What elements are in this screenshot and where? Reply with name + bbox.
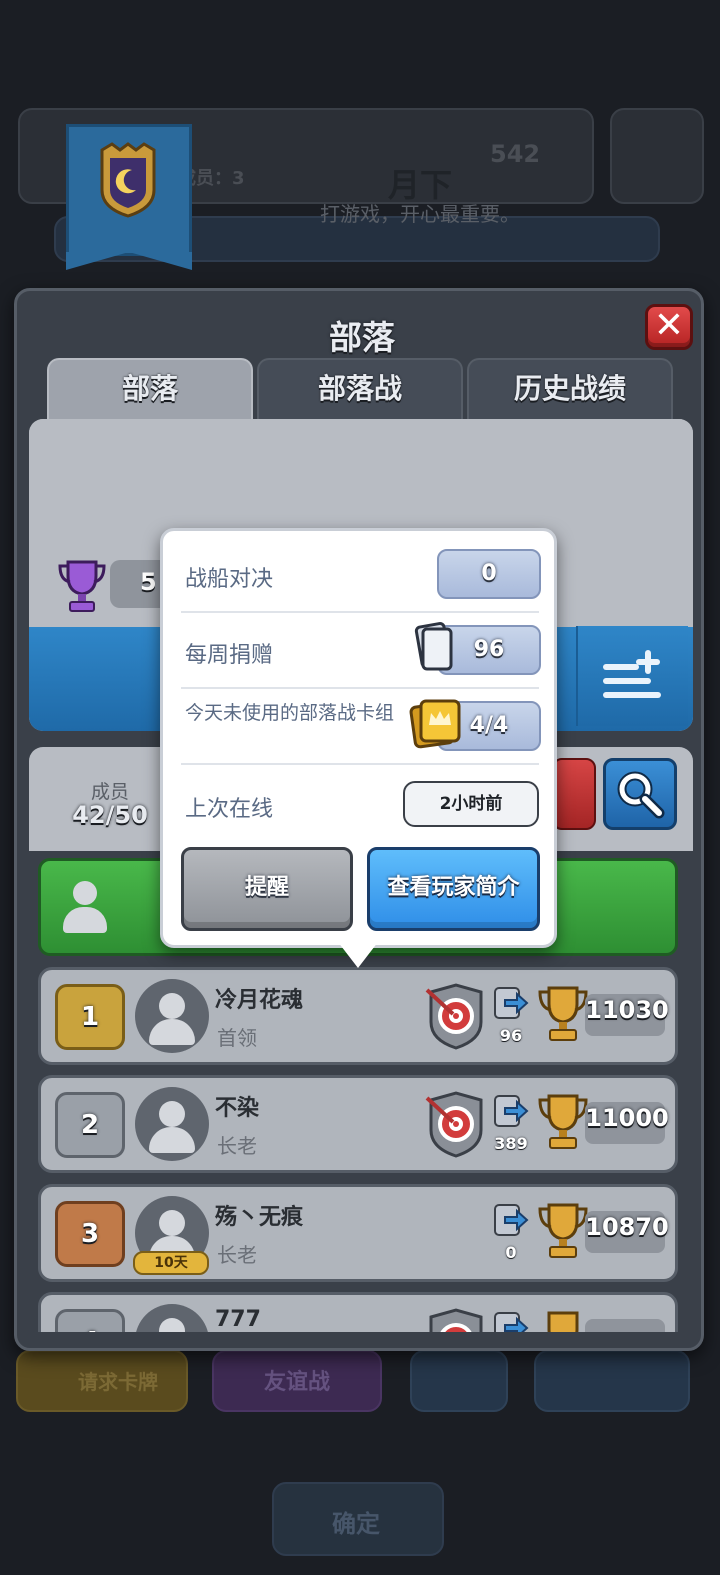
clan-banner-tail — [66, 252, 192, 270]
close-icon: ✕ — [653, 305, 685, 346]
tab-war-history-label: 历史战绩 — [513, 372, 626, 405]
donation-icon — [494, 1204, 529, 1236]
clan-trophy-icon — [58, 560, 106, 612]
member-popup: 战船对决 0 每周捐赠 96 今天未使用的部落战卡组 4/4 上次在线 2小时前… — [160, 528, 557, 948]
war-shield-icon — [425, 1091, 483, 1158]
rank-badge: 4 — [55, 1309, 125, 1332]
divider — [181, 687, 539, 689]
member-name: 777 — [215, 1307, 261, 1332]
stat-label-boat-battle: 战船对决 — [185, 567, 274, 592]
stat-label-weekly-donations: 每周捐赠 — [185, 643, 274, 668]
trophy-count: 11000 — [585, 1104, 669, 1132]
member-role: 首领 — [217, 1026, 257, 1050]
avatar — [135, 979, 209, 1053]
trophy-count: 11030 — [585, 996, 669, 1024]
stat-value-boat-battle: 0 — [437, 549, 541, 599]
filter-button[interactable] — [552, 758, 596, 830]
tab-clan-war-label: 部落战 — [317, 372, 402, 405]
member-role: 长老 — [217, 1134, 257, 1158]
add-member-button[interactable] — [576, 626, 688, 726]
avatar — [135, 1087, 209, 1161]
cards-icon — [414, 622, 453, 671]
donation-icon — [494, 1095, 529, 1127]
tab-clan-label: 部落 — [121, 372, 178, 405]
self-avatar-icon — [63, 881, 107, 935]
divider — [181, 763, 539, 765]
donation-icon — [494, 1312, 529, 1332]
member-role: 长老 — [217, 1243, 257, 1267]
tab-clan-war[interactable]: 部落战 — [257, 358, 463, 420]
clan-description: 打游戏，开心最重要。 — [320, 202, 520, 226]
member-name: 冷月花魂 — [215, 988, 304, 1013]
rank-badge: 2 — [55, 1092, 125, 1158]
war-deck-icon — [409, 699, 461, 749]
stat-label-unused-war-decks: 今天未使用的部落战卡组 — [185, 702, 395, 724]
add-list-icon — [603, 650, 661, 698]
trophy-icon — [547, 1311, 579, 1332]
bg-side-button — [610, 108, 704, 204]
clan-badge-icon — [100, 142, 156, 218]
rank-badge: 3 — [55, 1201, 125, 1267]
war-shield-icon — [429, 1308, 483, 1332]
rank-badge: 1 — [55, 984, 125, 1050]
last-online-label: 上次在线 — [185, 797, 274, 822]
member-name: 殇丶无痕 — [215, 1205, 304, 1230]
member-row[interactable]: 3 10天 殇丶无痕 长老 0 10870 — [38, 1184, 678, 1282]
popup-pointer — [338, 942, 378, 968]
donation-count: 389 — [494, 1134, 528, 1153]
panel-title: 部落 — [329, 318, 395, 357]
member-row[interactable]: 2 不染 长老 389 11000 — [38, 1075, 678, 1173]
bg-friendly-battle-button: 友谊战 — [212, 1350, 382, 1412]
bg-confirm-button: 确定 — [272, 1482, 444, 1556]
trophy-icon — [538, 1094, 588, 1149]
search-icon — [617, 771, 665, 819]
divider — [181, 611, 539, 613]
members-label: 成员 — [90, 781, 129, 803]
members-count: 42/50 — [72, 801, 148, 829]
member-name: 不染 — [215, 1096, 260, 1121]
search-button[interactable] — [603, 758, 677, 830]
days-badge: 10天 — [133, 1251, 209, 1275]
member-row[interactable]: 4 777 — [38, 1292, 678, 1332]
member-row-clip: 4 777 — [38, 1292, 678, 1332]
war-shield-icon — [425, 983, 483, 1050]
bg-chat-button — [534, 1350, 690, 1412]
view-profile-button[interactable]: 查看玩家简介 — [367, 847, 540, 931]
tab-clan[interactable]: 部落 — [47, 358, 253, 420]
donation-count: 0 — [505, 1243, 517, 1262]
last-online-value: 2小时前 — [403, 781, 539, 827]
avatar — [135, 1304, 209, 1332]
trophy-count: 10870 — [585, 1213, 669, 1241]
remind-button[interactable]: 提醒 — [181, 847, 353, 931]
tab-war-history[interactable]: 历史战绩 — [467, 358, 673, 420]
trophy-icon — [538, 1203, 588, 1258]
donation-icon — [494, 987, 529, 1019]
bg-request-cards-button: 请求卡牌 — [16, 1350, 188, 1412]
trophy-icon — [538, 986, 588, 1041]
close-button[interactable]: ✕ — [645, 304, 693, 350]
donation-count: 96 — [499, 1026, 523, 1045]
member-row[interactable]: 1 冷月花魂 首领 96 11030 — [38, 967, 678, 1065]
bg-emote-button — [410, 1350, 508, 1412]
clan-trophy-count: 5 — [140, 568, 157, 596]
